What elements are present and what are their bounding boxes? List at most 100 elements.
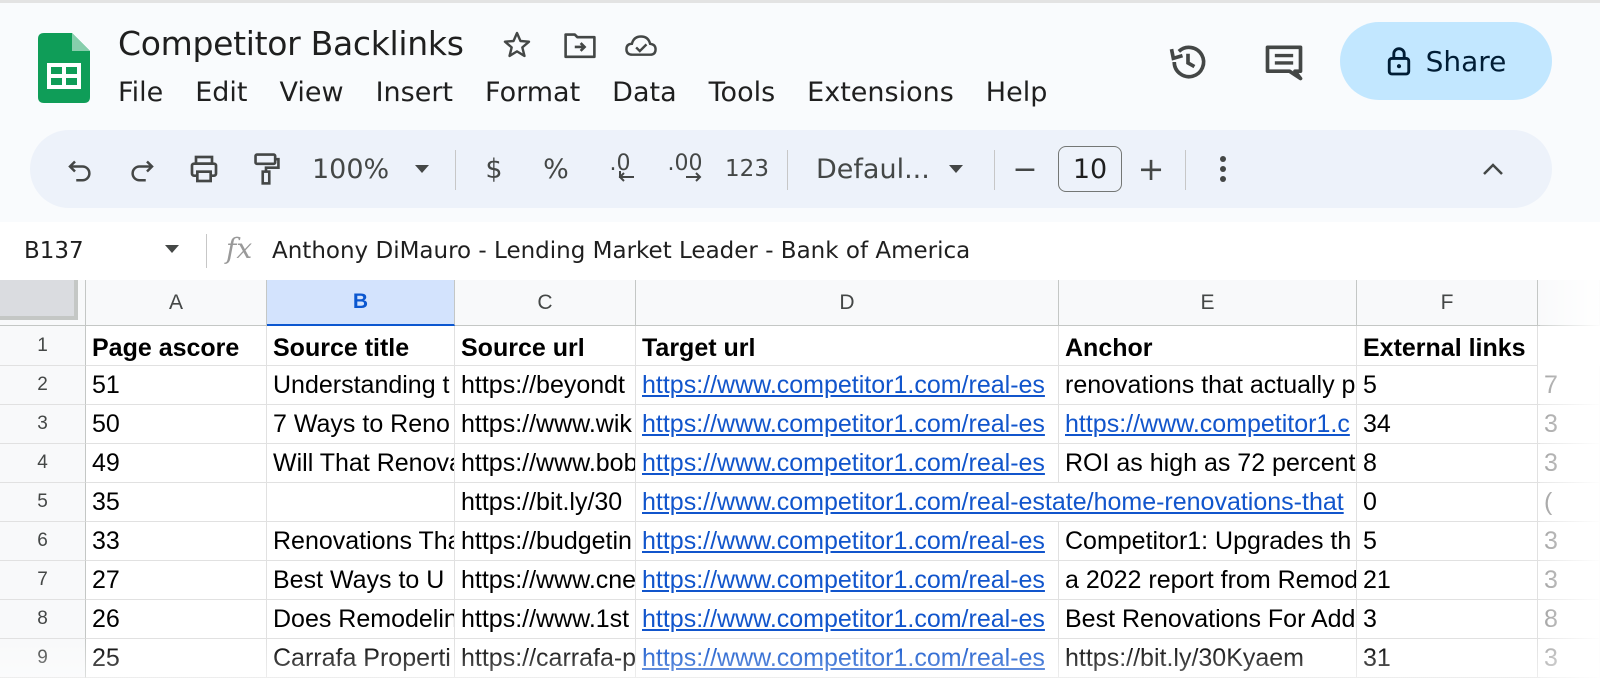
cell-b6[interactable]: Renovations Tha <box>267 522 455 561</box>
cell-e7[interactable]: a 2022 report from Remod <box>1059 561 1357 600</box>
decrease-decimal-button[interactable]: .0 <box>598 130 642 208</box>
column-header-a[interactable]: A <box>86 280 267 326</box>
cell-a4[interactable]: 49 <box>86 444 267 483</box>
cell-c6[interactable]: https://budgetin <box>455 522 636 561</box>
cell-d1[interactable]: Target url <box>636 326 1059 366</box>
version-history-icon[interactable] <box>1164 38 1212 86</box>
currency-format-button[interactable]: $ <box>478 130 510 208</box>
cell-b3[interactable]: 7 Ways to Reno <box>267 405 455 444</box>
cloud-saved-icon[interactable] <box>624 28 658 62</box>
increase-font-size-button[interactable]: + <box>1136 130 1166 208</box>
cell-c1[interactable]: Source url <box>455 326 636 366</box>
cell-c7[interactable]: https://www.cne <box>455 561 636 600</box>
row-header-7[interactable]: 7 <box>0 561 86 600</box>
cell-f5[interactable]: 0 <box>1357 483 1538 522</box>
font-dropdown-icon[interactable] <box>944 130 968 208</box>
cell-a2[interactable]: 51 <box>86 366 267 405</box>
cell-a9[interactable]: 25 <box>86 639 267 678</box>
row-header-1[interactable]: 1 <box>0 326 86 366</box>
menu-format[interactable]: Format <box>469 74 596 112</box>
cell-e3[interactable]: https://www.competitor1.c <box>1059 405 1357 444</box>
row-header-4[interactable]: 4 <box>0 444 86 483</box>
cell-g5[interactable]: ( <box>1538 483 1600 522</box>
share-button[interactable]: Share <box>1340 22 1552 100</box>
cell-a1[interactable]: Page ascore <box>86 326 267 366</box>
cell-b8[interactable]: Does Remodelin <box>267 600 455 639</box>
row-header-8[interactable]: 8 <box>0 600 86 639</box>
cell-f2[interactable]: 5 <box>1357 366 1538 405</box>
more-options-icon[interactable] <box>1208 130 1238 208</box>
cell-b1[interactable]: Source title <box>267 326 455 366</box>
cell-c4[interactable]: https://www.bob <box>455 444 636 483</box>
menu-help[interactable]: Help <box>970 74 1064 112</box>
cell-c8[interactable]: https://www.1st <box>455 600 636 639</box>
select-all-corner[interactable] <box>0 280 86 326</box>
cell-d4[interactable]: https://www.competitor1.com/real-es <box>636 444 1059 483</box>
percent-format-button[interactable]: % <box>540 130 572 208</box>
increase-decimal-button[interactable]: .00 <box>660 130 710 208</box>
zoom-dropdown-icon[interactable] <box>410 130 434 208</box>
row-header-6[interactable]: 6 <box>0 522 86 561</box>
cell-b4[interactable]: Will That Renova <box>267 444 455 483</box>
cell-f4[interactable]: 8 <box>1357 444 1538 483</box>
print-icon[interactable] <box>184 130 224 208</box>
comments-icon[interactable] <box>1260 38 1308 86</box>
cell-g4[interactable]: 3 <box>1538 444 1600 483</box>
cell-g2[interactable]: 7 <box>1538 366 1600 405</box>
cell-g8[interactable]: 8 <box>1538 600 1600 639</box>
menu-view[interactable]: View <box>263 74 359 112</box>
cell-e6[interactable]: Competitor1: Upgrades th <box>1059 522 1357 561</box>
row-header-5[interactable]: 5 <box>0 483 86 522</box>
name-box-dropdown-icon[interactable] <box>164 244 180 254</box>
menu-edit[interactable]: Edit <box>179 74 263 112</box>
menu-extensions[interactable]: Extensions <box>791 74 970 112</box>
cell-g6[interactable]: 3 <box>1538 522 1600 561</box>
cell-c9[interactable]: https://carrafa-p <box>455 639 636 678</box>
cell-c2[interactable]: https://beyondt <box>455 366 636 405</box>
cell-d5[interactable]: https://www.competitor1.com/real-estate/… <box>636 483 1357 522</box>
cell-d9[interactable]: https://www.competitor1.com/real-es <box>636 639 1059 678</box>
decrease-font-size-button[interactable]: − <box>1010 130 1040 208</box>
menu-data[interactable]: Data <box>596 74 692 112</box>
star-icon[interactable] <box>500 28 534 62</box>
menu-tools[interactable]: Tools <box>693 74 792 112</box>
cell-d6[interactable]: https://www.competitor1.com/real-es <box>636 522 1059 561</box>
menu-file[interactable]: File <box>102 74 179 112</box>
cell-e4[interactable]: ROI as high as 72 percent <box>1059 444 1357 483</box>
undo-icon[interactable] <box>60 130 100 208</box>
cell-d7[interactable]: https://www.competitor1.com/real-es <box>636 561 1059 600</box>
zoom-select[interactable]: 100% <box>312 130 392 208</box>
font-size-input[interactable]: 10 <box>1058 146 1122 192</box>
cell-d8[interactable]: https://www.competitor1.com/real-es <box>636 600 1059 639</box>
cell-c3[interactable]: https://www.wik <box>455 405 636 444</box>
name-box[interactable]: B137 <box>24 238 84 264</box>
row-header-2[interactable]: 2 <box>0 366 86 405</box>
column-header-e[interactable]: E <box>1059 280 1357 326</box>
cell-g3[interactable]: 3 <box>1538 405 1600 444</box>
cell-e2[interactable]: renovations that actually p <box>1059 366 1357 405</box>
document-title[interactable]: Competitor Backlinks <box>118 24 464 63</box>
cell-e8[interactable]: Best Renovations For Add <box>1059 600 1357 639</box>
sheets-logo-icon[interactable] <box>38 33 90 103</box>
cell-b2[interactable]: Understanding t <box>267 366 455 405</box>
column-header-c[interactable]: C <box>455 280 636 326</box>
cell-a6[interactable]: 33 <box>86 522 267 561</box>
paint-format-icon[interactable] <box>246 130 286 208</box>
redo-icon[interactable] <box>122 130 162 208</box>
cell-a3[interactable]: 50 <box>86 405 267 444</box>
cell-a5[interactable]: 35 <box>86 483 267 522</box>
cell-e1[interactable]: Anchor <box>1059 326 1357 366</box>
cell-d3[interactable]: https://www.competitor1.com/real-es <box>636 405 1059 444</box>
row-header-9[interactable]: 9 <box>0 639 86 678</box>
cell-f6[interactable]: 5 <box>1357 522 1538 561</box>
column-header-b[interactable]: B <box>267 280 455 326</box>
cell-f1[interactable]: External links <box>1357 326 1538 366</box>
collapse-toolbar-icon[interactable] <box>1478 130 1508 208</box>
cell-f8[interactable]: 3 <box>1357 600 1538 639</box>
font-select[interactable]: Defaul... <box>816 130 930 208</box>
row-header-3[interactable]: 3 <box>0 405 86 444</box>
move-folder-icon[interactable] <box>563 28 597 62</box>
column-header-g[interactable] <box>1538 280 1600 326</box>
cell-e9[interactable]: https://bit.ly/30Kyaem <box>1059 639 1357 678</box>
column-header-f[interactable]: F <box>1357 280 1538 326</box>
